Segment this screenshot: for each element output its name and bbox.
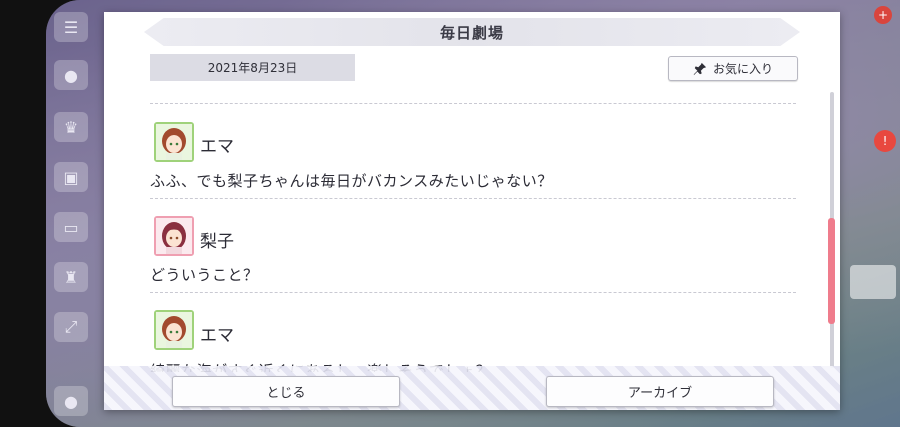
speaker-name: エマ xyxy=(200,137,234,157)
avatar-emma xyxy=(154,122,194,162)
message-text: どういうこと？ xyxy=(150,266,259,284)
trophy-icon[interactable]: ♜ xyxy=(54,262,88,292)
speaker-name: 梨子 xyxy=(200,232,234,252)
date-label: 2021年8月23日 xyxy=(150,54,355,81)
pin-icon xyxy=(693,62,707,75)
title-bar: 毎日劇場 xyxy=(144,18,800,46)
avatar-riko xyxy=(154,216,194,256)
chat-icon[interactable]: ● xyxy=(54,60,88,90)
emma-portrait-icon xyxy=(156,124,192,160)
dialogue-list[interactable]: エマ ふふ、でも梨子ちゃんは毎日がバカンスみたいじゃない？ 梨子 どういうこと？ xyxy=(150,90,796,372)
scrollbar-thumb[interactable] xyxy=(828,218,835,324)
profile-icon[interactable]: ● xyxy=(54,386,88,416)
gift-icon[interactable]: ▣ xyxy=(54,162,88,192)
expand-icon[interactable]: ⤢ xyxy=(54,312,88,342)
close-button[interactable]: とじる xyxy=(172,376,400,407)
avatar-emma xyxy=(154,310,194,350)
event-icon[interactable]: ♛ xyxy=(54,112,88,142)
alert-icon[interactable]: ! xyxy=(874,130,896,152)
plus-icon[interactable]: + xyxy=(874,6,892,24)
side-menu: ☰ ● ♛ ▣ ▭ ♜ ⤢ ● xyxy=(46,0,96,427)
message-icon[interactable]: ▭ xyxy=(54,212,88,242)
dialog-title: 毎日劇場 xyxy=(439,23,504,42)
separator xyxy=(150,103,796,104)
riko-portrait-icon xyxy=(156,218,192,254)
favorite-button[interactable]: お気に入り xyxy=(668,56,798,81)
archive-button[interactable]: アーカイブ xyxy=(546,376,774,407)
menu-icon[interactable]: ☰ xyxy=(54,12,88,42)
speaker-name: エマ xyxy=(200,326,234,346)
favorite-label: お気に入り xyxy=(712,62,773,76)
side-panel[interactable] xyxy=(850,265,896,299)
separator xyxy=(150,292,796,293)
message-text: ふふ、でも梨子ちゃんは毎日がバカンスみたいじゃない？ xyxy=(150,172,553,190)
daily-theater-dialog: 毎日劇場 2021年8月23日 お気に入り エマ ふふ、でも梨子ちゃんは毎日がバ… xyxy=(104,12,840,410)
separator xyxy=(150,198,796,199)
emma-portrait-icon xyxy=(156,312,192,348)
